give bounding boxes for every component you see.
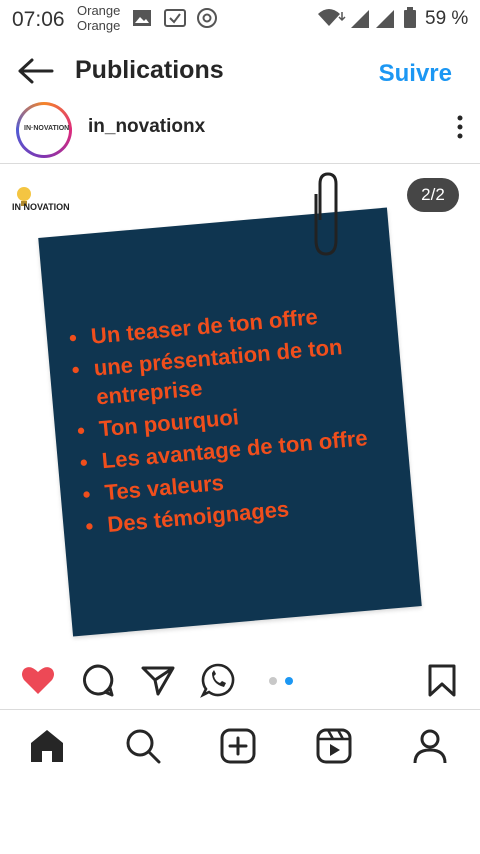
wifi-icon: [318, 9, 346, 26]
bookmark-icon[interactable]: [424, 662, 460, 698]
reels-icon[interactable]: [314, 726, 354, 766]
divider: [0, 709, 480, 710]
signal-icon: [351, 10, 369, 28]
carrier-line-2: Orange: [77, 18, 121, 33]
profile-icon[interactable]: [410, 726, 450, 766]
page-indicator: 2/2: [407, 178, 459, 212]
app-header: Publications Suivre: [0, 46, 480, 98]
action-bar: [0, 658, 480, 704]
account-row: IN·NOVATION in_novationx: [0, 98, 480, 162]
card-list: Un teaser de ton offre une présentation …: [68, 296, 406, 544]
create-icon[interactable]: [218, 726, 258, 766]
avatar[interactable]: IN·NOVATION: [16, 102, 72, 158]
carousel-dot: [269, 677, 277, 685]
carrier-line-1: Orange: [77, 3, 121, 18]
post-image[interactable]: IN NOVATION 2/2 Un teaser de ton offre u…: [0, 164, 480, 654]
note-card: Un teaser de ton offre une présentation …: [38, 207, 422, 637]
page-title: Publications: [75, 56, 224, 84]
battery-percent: 59 %: [425, 8, 469, 29]
paperclip-icon: [314, 172, 338, 256]
carrier-name: Orange Orange: [77, 3, 120, 33]
checkbox-notification-icon: [164, 9, 186, 27]
home-icon[interactable]: [27, 726, 67, 766]
follow-button[interactable]: Suivre: [379, 60, 452, 88]
search-icon[interactable]: [123, 726, 163, 766]
avatar-logo-text: IN·NOVATION: [24, 125, 70, 132]
more-options-icon[interactable]: [450, 112, 470, 142]
username[interactable]: in_novationx: [88, 116, 205, 138]
avatar-inner: IN·NOVATION: [19, 105, 69, 155]
status-time: 07:06: [12, 8, 65, 31]
comment-icon[interactable]: [80, 662, 116, 698]
signal-icon-2: [376, 10, 394, 28]
whatsapp-icon[interactable]: [200, 662, 236, 698]
bottom-nav: [0, 722, 480, 770]
brand-text: IN NOVATION: [12, 202, 70, 212]
carousel-dot-active: [285, 677, 293, 685]
battery-icon: [404, 7, 416, 28]
chrome-icon: [197, 8, 217, 28]
heart-icon[interactable]: [20, 662, 56, 698]
share-icon[interactable]: [140, 662, 176, 698]
back-arrow-icon[interactable]: [16, 56, 56, 86]
status-bar: 07:06 Orange Orange 59 %: [0, 0, 480, 38]
gallery-icon: [133, 10, 151, 26]
